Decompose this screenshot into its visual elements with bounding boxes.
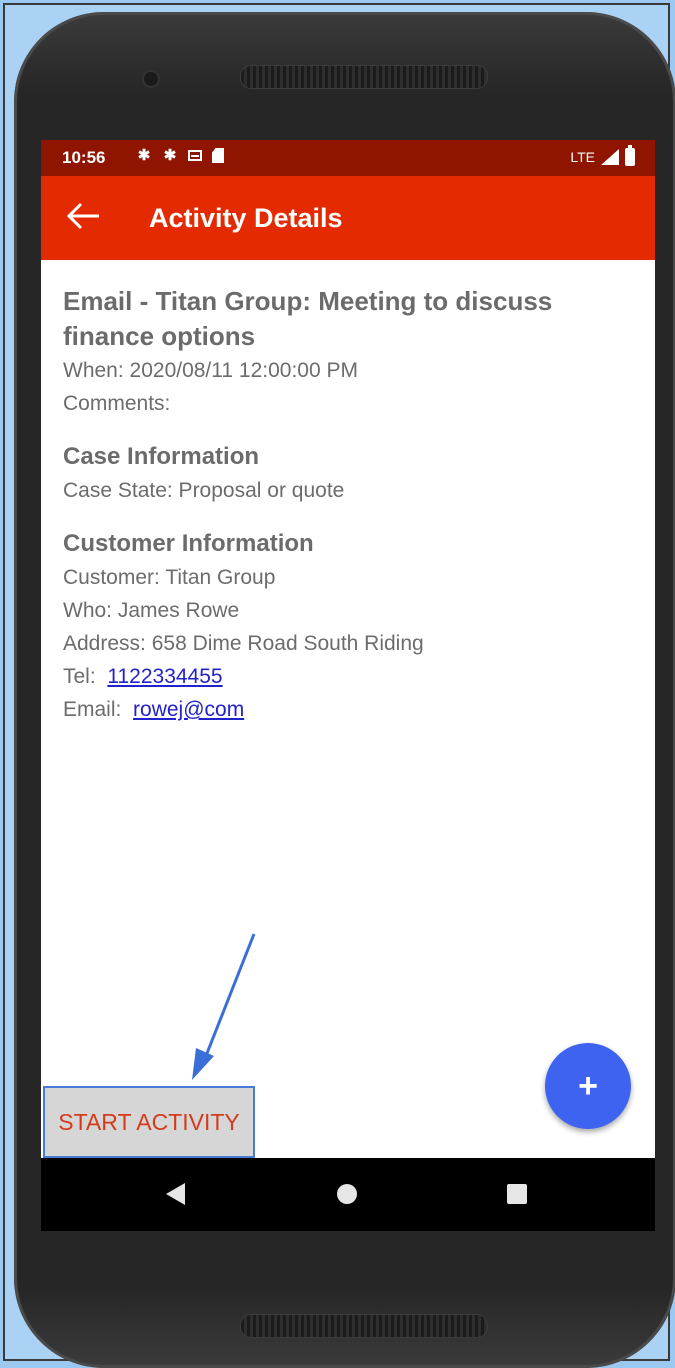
- case-state: Case State: Proposal or quote: [63, 479, 345, 502]
- gear-icon: ✱: [163, 147, 177, 164]
- email-link[interactable]: rowej@com: [133, 698, 244, 721]
- sd-card-icon: [212, 148, 224, 163]
- signal-icon: [601, 149, 619, 165]
- tel-link[interactable]: 1122334455: [107, 665, 222, 688]
- activity-when: When: 2020/08/11 12:00:00 PM: [63, 359, 358, 382]
- nav-back-icon[interactable]: [166, 1183, 185, 1205]
- battery-icon: [625, 145, 635, 166]
- page-title: Activity Details: [149, 203, 343, 233]
- tel-label: Tel:: [63, 665, 96, 688]
- status-time: 10:56: [62, 148, 106, 167]
- gear-icon: ✱: [137, 147, 151, 164]
- activity-comments: Comments:: [63, 392, 171, 415]
- activity-headline: Email - Titan Group: Meeting to discuss …: [63, 286, 553, 351]
- customer-tel-row: Tel: 1122334455: [63, 660, 633, 693]
- case-info-title: Case Information: [63, 443, 260, 470]
- phone-screen: 10:56 ✱ ✱ LTE Activity Details Email - T…: [41, 140, 655, 1231]
- customer-email-row: Email: rowej@com: [63, 693, 633, 726]
- app-bar: Activity Details: [41, 176, 655, 260]
- status-right: LTE: [570, 145, 635, 166]
- network-type: LTE: [570, 149, 595, 165]
- screen-icon: [188, 150, 202, 161]
- activity-details: Email - Titan Group: Meeting to discuss …: [63, 284, 633, 726]
- start-activity-button[interactable]: START ACTIVITY: [43, 1086, 255, 1158]
- customer-address: Address: 658 Dime Road South Riding: [63, 632, 424, 655]
- front-camera: [144, 72, 158, 86]
- top-speaker: [240, 65, 488, 89]
- nav-recent-apps-icon[interactable]: [507, 1184, 527, 1204]
- back-arrow-icon[interactable]: [63, 196, 103, 236]
- customer-name: Customer: Titan Group: [63, 566, 276, 589]
- add-fab-button[interactable]: +: [545, 1043, 631, 1129]
- status-bar: 10:56 ✱ ✱ LTE: [41, 140, 655, 176]
- system-nav-bar: [41, 1158, 655, 1231]
- email-label: Email:: [63, 698, 122, 721]
- plus-icon: +: [578, 1066, 598, 1105]
- bottom-speaker: [240, 1314, 488, 1338]
- nav-home-icon[interactable]: [337, 1184, 357, 1204]
- customer-info-title: Customer Information: [63, 530, 314, 557]
- status-icons: ✱ ✱: [136, 147, 224, 164]
- customer-who: Who: James Rowe: [63, 599, 240, 622]
